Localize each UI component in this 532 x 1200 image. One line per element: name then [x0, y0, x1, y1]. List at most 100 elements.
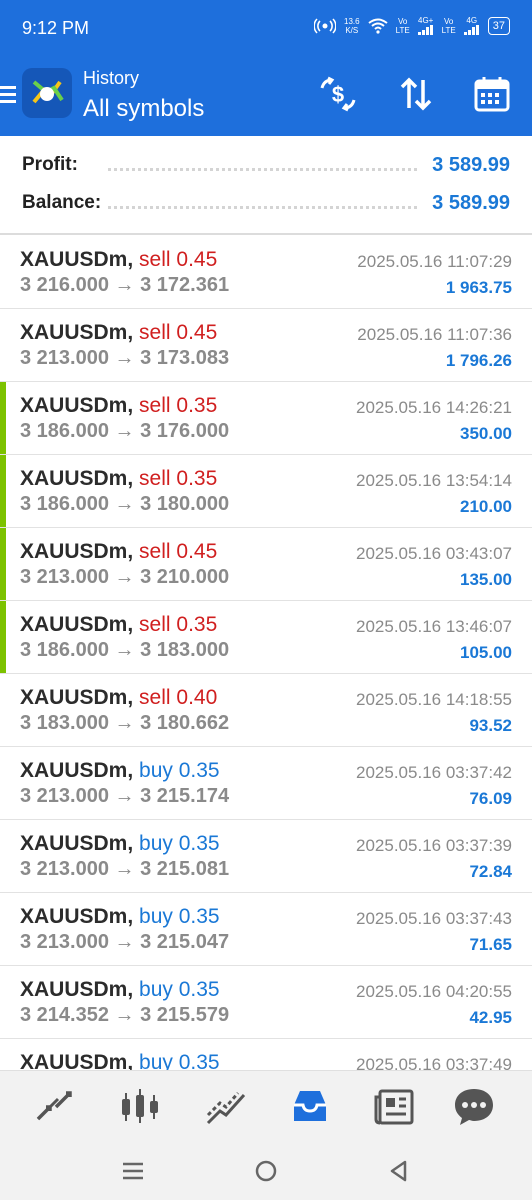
trade-prices: 3 183.000 → 3 180.662 — [20, 712, 229, 735]
trade-side: buy 0.35 — [139, 759, 220, 782]
trade-time: 2025.05.16 03:37:49 — [356, 1055, 512, 1070]
trade-side: sell 0.35 — [139, 613, 218, 636]
trade-side: buy 0.35 — [139, 832, 220, 855]
trade-row[interactable]: XAUUSDm, buy 0.35 3 214.352 → 3 215.579 20… — [0, 966, 532, 1039]
trade-history-list[interactable]: XAUUSDm, sell 0.45 3 216.000 → 3 172.361 2… — [0, 236, 532, 1070]
separator: , — [127, 613, 140, 636]
recent-apps-icon[interactable] — [120, 1158, 146, 1184]
sim1-signal: 4G+ — [417, 16, 434, 35]
open-price: 3 186.000 — [20, 493, 109, 515]
trade-symbol: XAUUSDm — [20, 321, 128, 344]
trade-row[interactable]: XAUUSDm, sell 0.45 3 213.000 → 3 210.000 2… — [0, 528, 532, 601]
separator: , — [127, 832, 140, 855]
trade-profit: 210.00 — [460, 497, 512, 516]
net-speed: 13.6 K/S — [344, 16, 360, 35]
trade-symbol: XAUUSDm — [20, 759, 128, 782]
system-nav-bar — [0, 1142, 532, 1200]
profit-label: Profit: — [22, 154, 78, 175]
leader-dots — [108, 168, 417, 171]
trade-row[interactable]: XAUUSDm, buy 0.35 2025.05.16 03:37:49 — [0, 1039, 532, 1070]
open-price: 3 213.000 — [20, 931, 109, 953]
history-icon[interactable] — [288, 1085, 332, 1129]
summary-panel: Profit: 3 589.99 Balance: 3 589.99 — [0, 136, 532, 232]
battery-icon: 37 — [487, 16, 510, 35]
close-price: 3 215.081 — [140, 858, 230, 880]
arrow-icon: → — [114, 420, 135, 442]
trade-row[interactable]: XAUUSDm, buy 0.35 3 213.000 → 3 215.047 20… — [0, 893, 532, 966]
trade-row[interactable]: XAUUSDm, sell 0.45 3 216.000 → 3 172.361 2… — [0, 236, 532, 309]
sim2-signal: 4G — [463, 16, 480, 35]
home-icon[interactable] — [253, 1158, 279, 1184]
trade-side: sell 0.45 — [139, 321, 218, 344]
back-icon[interactable] — [386, 1158, 412, 1184]
arrow-icon: → — [114, 712, 135, 734]
separator: , — [127, 540, 140, 563]
trade-symbol-line: XAUUSDm, buy 0.35 — [20, 978, 220, 1002]
trade-prices: 3 186.000 → 3 176.000 — [20, 420, 229, 443]
trade-side: sell 0.45 — [139, 540, 218, 563]
balance-label: Balance: — [22, 192, 102, 213]
trade-time: 2025.05.16 03:37:42 — [356, 763, 512, 782]
trade-row[interactable]: XAUUSDm, sell 0.45 3 213.000 → 3 173.083 2… — [0, 309, 532, 382]
chat-icon[interactable] — [452, 1085, 496, 1129]
trade-profit: 71.65 — [469, 935, 512, 954]
calendar-icon[interactable] — [472, 74, 512, 114]
open-price: 3 213.000 — [20, 785, 109, 807]
open-price: 3 213.000 — [20, 566, 109, 588]
separator: , — [127, 759, 140, 782]
separator: , — [127, 1051, 140, 1070]
trade-icon[interactable] — [204, 1085, 248, 1129]
position-marker — [0, 601, 6, 673]
trade-symbol: XAUUSDm — [20, 540, 128, 563]
open-price: 3 214.352 — [20, 1004, 109, 1026]
quotes-icon[interactable] — [32, 1085, 76, 1129]
open-price: 3 213.000 — [20, 347, 109, 369]
app-logo — [22, 68, 72, 118]
sort-icon[interactable] — [396, 74, 436, 114]
app-bar-title[interactable]: All symbols — [83, 95, 204, 123]
separator: , — [127, 686, 140, 709]
trade-symbol: XAUUSDm — [20, 978, 128, 1001]
balance-row: Balance: 3 589.99 — [0, 186, 532, 222]
trade-time: 2025.05.16 13:54:14 — [356, 471, 512, 490]
status-icons: 13.6 K/S Vo LTE 4G+ Vo LTE 4G 37 — [314, 16, 510, 35]
trade-row[interactable]: XAUUSDm, sell 0.35 3 186.000 → 3 176.000 2… — [0, 382, 532, 455]
trade-time: 2025.05.16 03:37:39 — [356, 836, 512, 855]
trade-prices: 3 214.352 → 3 215.579 — [20, 1004, 229, 1027]
trade-prices: 3 213.000 → 3 215.047 — [20, 931, 229, 954]
close-price: 3 180.000 — [140, 493, 230, 515]
trade-side: sell 0.35 — [139, 394, 218, 417]
trade-row[interactable]: XAUUSDm, buy 0.35 3 213.000 → 3 215.174 20… — [0, 747, 532, 820]
trade-row[interactable]: XAUUSDm, sell 0.40 3 183.000 → 3 180.662 2… — [0, 674, 532, 747]
svg-text:$: $ — [332, 82, 344, 107]
trade-time: 2025.05.16 14:26:21 — [356, 398, 512, 417]
arrow-icon: → — [114, 347, 135, 369]
trade-prices: 3 213.000 → 3 215.174 — [20, 785, 229, 808]
status-bar: 9:12 PM 13.6 K/S Vo LTE 4G+ Vo LTE 4G 37 — [0, 0, 532, 58]
trade-symbol: XAUUSDm — [20, 686, 128, 709]
trade-symbol: XAUUSDm — [20, 613, 128, 636]
deposit-withdraw-icon[interactable]: $ — [318, 74, 358, 114]
separator: , — [127, 321, 140, 344]
menu-icon[interactable] — [0, 82, 16, 106]
separator: , — [127, 394, 140, 417]
trade-symbol: XAUUSDm — [20, 905, 128, 928]
trade-side: sell 0.45 — [139, 248, 218, 271]
trade-row[interactable]: XAUUSDm, sell 0.35 3 186.000 → 3 183.000 2… — [0, 601, 532, 674]
separator: , — [127, 978, 140, 1001]
chart-icon[interactable] — [118, 1085, 162, 1129]
trade-profit: 76.09 — [469, 789, 512, 808]
trade-side: buy 0.35 — [139, 1051, 220, 1070]
trade-row[interactable]: XAUUSDm, sell 0.35 3 186.000 → 3 180.000 2… — [0, 455, 532, 528]
trade-row[interactable]: XAUUSDm, buy 0.35 3 213.000 → 3 215.081 20… — [0, 820, 532, 893]
open-price: 3 216.000 — [20, 274, 109, 296]
trade-time: 2025.05.16 11:07:29 — [357, 252, 512, 271]
trade-symbol-line: XAUUSDm, buy 0.35 — [20, 759, 220, 783]
close-price: 3 172.361 — [140, 274, 230, 296]
app-bar-subtitle: History — [83, 68, 140, 88]
close-price: 3 215.174 — [140, 785, 230, 807]
sim1-volte: Vo LTE — [395, 16, 410, 35]
trade-profit: 1 963.75 — [445, 278, 512, 297]
trade-time: 2025.05.16 03:43:07 — [356, 544, 512, 563]
news-icon[interactable] — [372, 1085, 416, 1129]
